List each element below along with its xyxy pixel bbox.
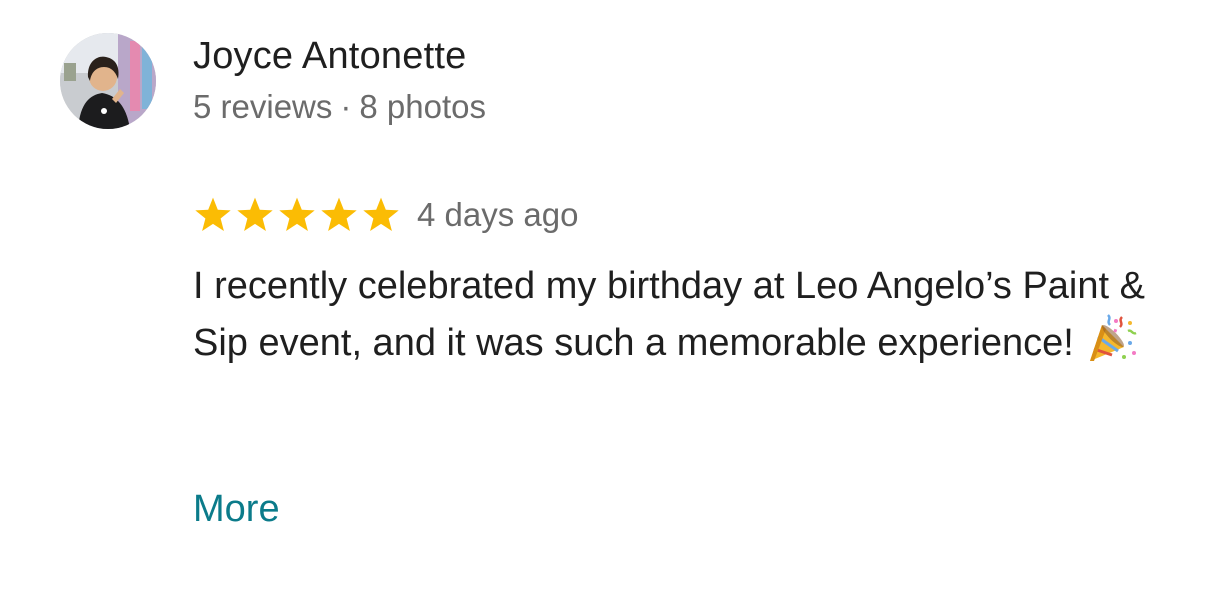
- avatar-photo: [60, 33, 156, 129]
- star-icon: [319, 196, 359, 234]
- reviewer-name[interactable]: Joyce Antonette: [193, 35, 466, 78]
- party-popper-icon: [1084, 311, 1138, 365]
- review-date: 4 days ago: [417, 196, 579, 233]
- star-icon: [277, 196, 317, 234]
- meta-separator: ·: [340, 88, 352, 125]
- rating-row: 4 days ago: [193, 195, 578, 235]
- reviews-count: 5 reviews: [193, 88, 333, 125]
- review-card: Joyce Antonette 5 reviews · 8 photos 4 day…: [0, 0, 1206, 602]
- star-icon: [193, 196, 233, 234]
- review-text: I recently celebrated my birthday at Leo…: [193, 265, 1145, 364]
- star-icon: [235, 196, 275, 234]
- photos-count: 8 photos: [359, 88, 486, 125]
- star-icon: [361, 196, 401, 234]
- reviewer-meta: 5 reviews · 8 photos: [193, 88, 486, 126]
- more-button[interactable]: More: [193, 488, 280, 531]
- star-rating: [193, 196, 401, 234]
- review-body: I recently celebrated my birthday at Leo…: [193, 262, 1163, 368]
- reviewer-avatar[interactable]: [60, 33, 156, 129]
